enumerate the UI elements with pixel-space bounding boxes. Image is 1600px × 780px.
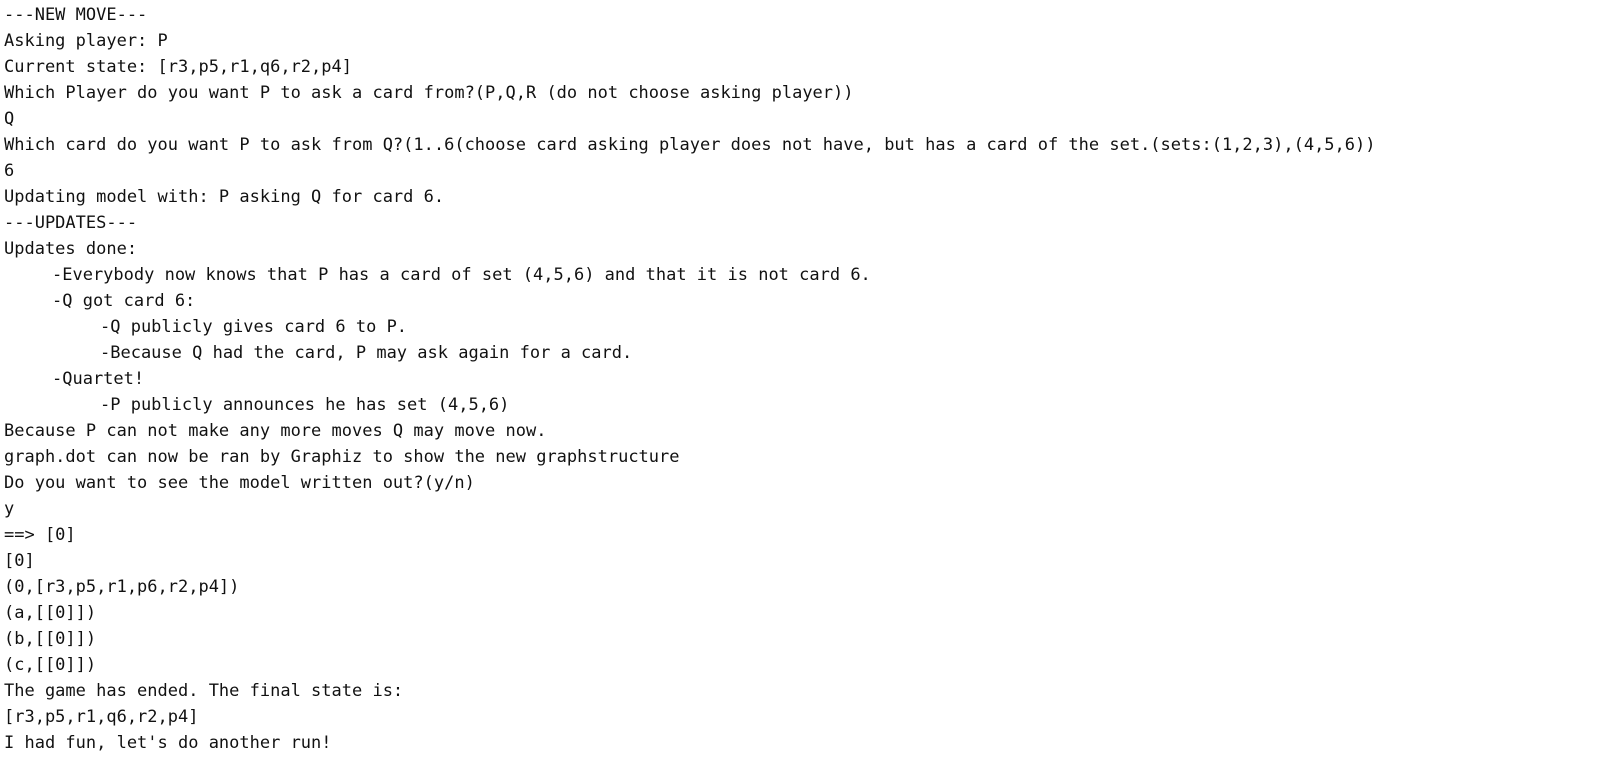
console-line: 6: [4, 161, 15, 181]
console-line: Current state: [r3,p5,r1,q6,r2,p4]: [4, 57, 352, 77]
console-line: y: [4, 499, 15, 519]
console-line: -Because Q had the card, P may ask again…: [100, 343, 633, 363]
console-line: ---UPDATES---: [4, 213, 138, 233]
console-line: I had fun, let's do another run!: [4, 733, 332, 753]
console-line: -Q publicly gives card 6 to P.: [100, 317, 408, 337]
console-line: -Q got card 6:: [52, 291, 196, 311]
console-line: [r3,p5,r1,q6,r2,p4]: [4, 707, 199, 727]
console-line: -Quartet!: [52, 369, 145, 389]
console-line: (c,[[0]]): [4, 655, 97, 675]
console-line: ==> [0]: [4, 525, 76, 545]
console-line: -Everybody now knows that P has a card o…: [52, 265, 871, 285]
console-line: Asking player: P: [4, 31, 168, 51]
console-line: Updates done:: [4, 239, 138, 259]
console-line: (0,[r3,p5,r1,p6,r2,p4]): [4, 577, 240, 597]
console-line: Because P can not make any more moves Q …: [4, 421, 547, 441]
console-line: graph.dot can now be ran by Graphiz to s…: [4, 447, 680, 467]
console-line: -P publicly announces he has set (4,5,6): [100, 395, 510, 415]
console-line: Which card do you want P to ask from Q?(…: [4, 135, 1376, 155]
console-line: The game has ended. The final state is:: [4, 681, 404, 701]
console-line: Q: [4, 109, 15, 129]
console-line: (b,[[0]]): [4, 629, 97, 649]
console-output: ---NEW MOVE--- Asking player: P Current …: [4, 2, 1596, 778]
console-line: (a,[[0]]): [4, 603, 97, 623]
console-line: Updating model with: P asking Q for card…: [4, 187, 445, 207]
console-line: ---NEW MOVE---: [4, 5, 148, 25]
console-line: [0]: [4, 551, 35, 571]
console-line: Which Player do you want P to ask a card…: [4, 83, 854, 103]
console-line: Do you want to see the model written out…: [4, 473, 475, 493]
